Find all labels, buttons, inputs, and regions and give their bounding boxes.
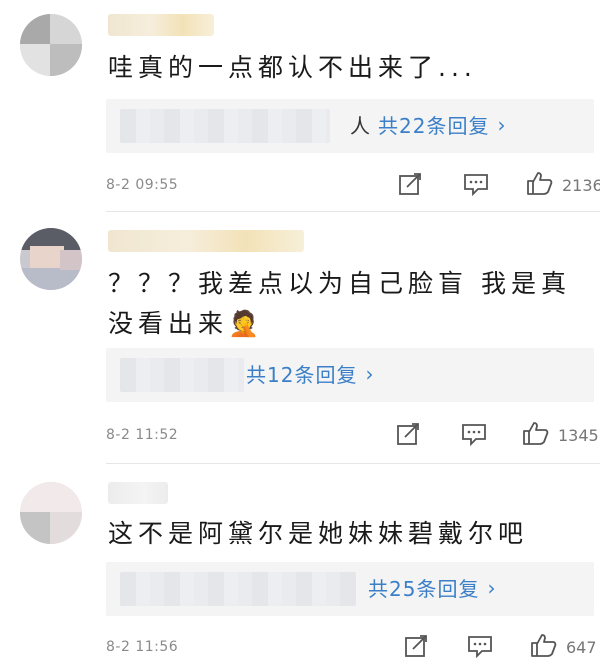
- comment-icon: [462, 424, 486, 446]
- thumbs-up-icon: [531, 634, 557, 657]
- reply-preview-blurred: [120, 109, 330, 143]
- thumbs-up-icon: [523, 422, 549, 445]
- share-icon: [397, 423, 419, 445]
- reply-preview-blurred: [120, 572, 356, 606]
- avatar[interactable]: [20, 482, 82, 544]
- comment-button[interactable]: [461, 422, 491, 450]
- reply-count-link[interactable]: 共22条回复 ›: [378, 110, 506, 139]
- chevron-right-icon: ›: [487, 575, 497, 600]
- comment-button[interactable]: [467, 634, 497, 662]
- comment-time: 8-2 11:56: [106, 639, 179, 655]
- reply-count-link[interactable]: 共12条回复 ›: [246, 359, 374, 388]
- reply-count-link[interactable]: 共25条回复 ›: [368, 573, 496, 602]
- reply-preview-blurred: [120, 358, 244, 392]
- like-button[interactable]: [530, 632, 560, 660]
- reply-preview-visible-text: 人: [350, 114, 370, 138]
- reply-count-label: 共25条回复: [368, 577, 480, 601]
- comment-icon: [468, 636, 492, 658]
- username-blurred[interactable]: [108, 230, 304, 252]
- comment-button[interactable]: [463, 172, 493, 200]
- comment-1: 哇真的一点都认不出来了... 人 共22条回复 › 8-2 09:55 2136: [0, 0, 600, 212]
- reply-preview[interactable]: 人 共22条回复 ›: [106, 99, 594, 153]
- comment-3: 这不是阿黛尔是她妹妹碧戴尔吧 共25条回复 › 8-2 11:56 647: [0, 464, 600, 668]
- share-button[interactable]: [398, 172, 428, 200]
- chevron-right-icon: ›: [497, 112, 507, 137]
- like-count: 1345: [558, 426, 599, 445]
- comment-text: 哇真的一点都认不出来了...: [108, 53, 477, 82]
- reply-preview[interactable]: 共25条回复 ›: [106, 562, 594, 616]
- comment-time: 8-2 11:52: [106, 427, 179, 443]
- username-blurred[interactable]: [108, 14, 214, 36]
- thumbs-up-icon: [527, 172, 553, 195]
- comment-text: ？？？我差点以为自己脸盲 我是真没看出来🤦: [108, 269, 571, 338]
- username-blurred[interactable]: [108, 482, 168, 504]
- avatar[interactable]: [20, 228, 82, 290]
- comment-2: ？？？我差点以为自己脸盲 我是真没看出来🤦 共12条回复 › 8-2 11:52…: [0, 212, 600, 464]
- like-count: 647: [566, 638, 597, 657]
- comment-icon: [464, 174, 488, 196]
- share-button[interactable]: [404, 634, 434, 662]
- share-button[interactable]: [396, 422, 426, 450]
- comment-time: 8-2 09:55: [106, 177, 179, 193]
- chevron-right-icon: ›: [365, 361, 375, 386]
- comment-text: 这不是阿黛尔是她妹妹碧戴尔吧: [108, 519, 529, 548]
- reply-count-label: 共12条回复: [246, 363, 358, 387]
- like-count: 2136: [562, 176, 600, 195]
- reply-count-label: 共22条回复: [378, 114, 490, 138]
- share-icon: [405, 635, 427, 657]
- share-icon: [399, 173, 421, 195]
- like-button[interactable]: [522, 420, 552, 448]
- like-button[interactable]: [526, 170, 556, 198]
- avatar[interactable]: [20, 14, 82, 76]
- reply-preview[interactable]: 共12条回复 ›: [106, 348, 594, 402]
